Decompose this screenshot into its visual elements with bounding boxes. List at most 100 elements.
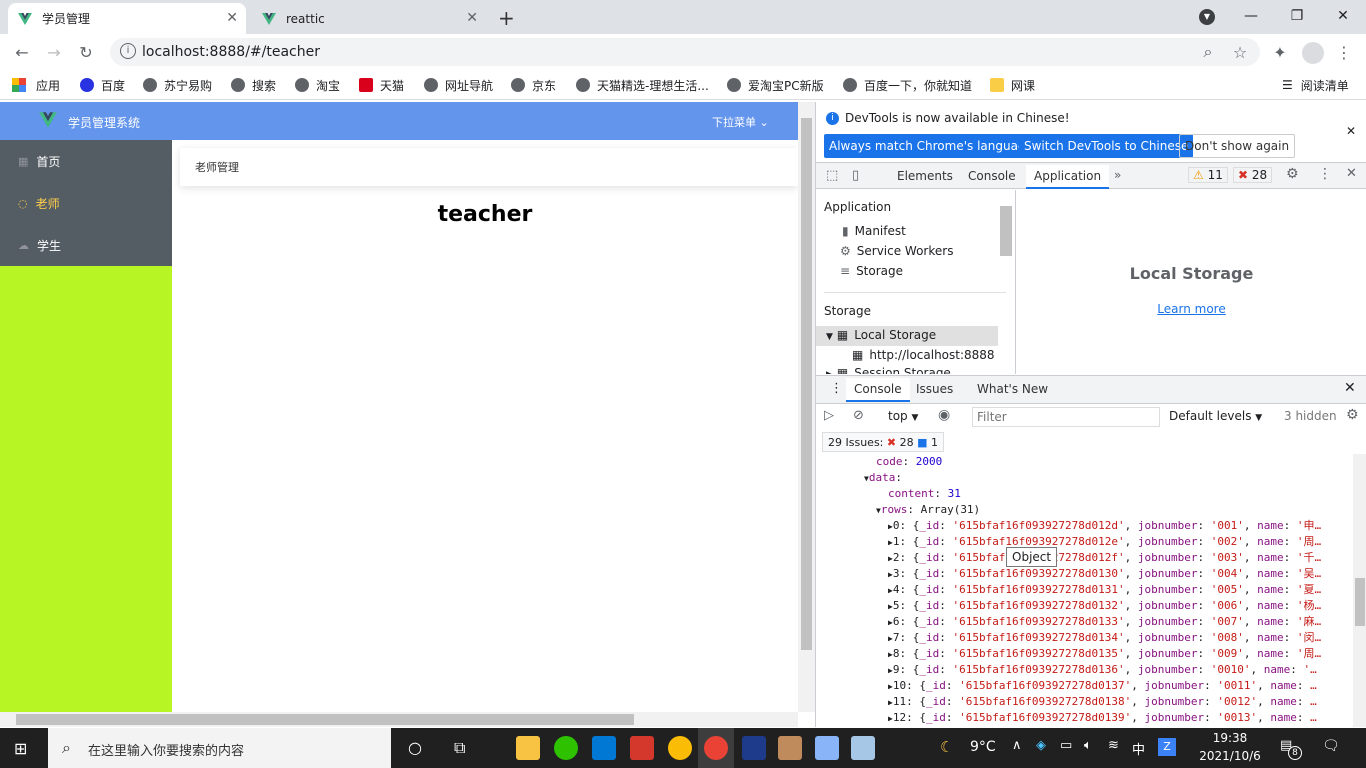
- console-row[interactable]: ▶9: {_id: '615bfaf16f093927278d0136', jo…: [816, 662, 1352, 678]
- sidebar-scroll-thumb[interactable]: [1000, 206, 1012, 256]
- tab-search-icon[interactable]: ▼: [1199, 9, 1215, 25]
- clock-date[interactable]: 2021/10/6: [1196, 749, 1264, 763]
- console-line-rows[interactable]: ▼rows: Array(31): [816, 502, 1352, 518]
- scroll-thumb[interactable]: [1355, 578, 1365, 626]
- console-row[interactable]: ▶3: {_id: '615bfaf16f093927278d0130', jo…: [816, 566, 1352, 582]
- bookmark-taobao[interactable]: 淘宝: [295, 76, 340, 94]
- item-local-storage[interactable]: ▼ ▦ Local Storage: [826, 328, 936, 342]
- inspect-icon[interactable]: ⬚: [826, 168, 838, 183]
- reading-list[interactable]: ☰ 阅读清单: [1282, 76, 1349, 94]
- vertical-scrollbar[interactable]: [798, 102, 815, 712]
- dont-show-button[interactable]: Don't show again: [1179, 134, 1296, 158]
- clear-console-icon[interactable]: ⊘: [853, 408, 864, 423]
- eye-icon[interactable]: ◉: [938, 407, 950, 423]
- ime-indicator[interactable]: 中: [1132, 739, 1145, 758]
- wechat-icon[interactable]: [554, 736, 578, 760]
- console-row[interactable]: ▶7: {_id: '615bfaf16f093927278d0134', jo…: [816, 630, 1352, 646]
- bookmark-suning[interactable]: 苏宁易购: [143, 76, 212, 94]
- sidebar-item-teacher[interactable]: ◌ 老师: [0, 182, 172, 224]
- sidebar-item-home[interactable]: ▦ 首页: [0, 140, 172, 182]
- drawer-tab-console[interactable]: Console: [846, 378, 910, 402]
- console-row[interactable]: ▶5: {_id: '615bfaf16f093927278d0132', jo…: [816, 598, 1352, 614]
- console-row[interactable]: ▶8: {_id: '615bfaf16f093927278d0135', jo…: [816, 646, 1352, 662]
- menu-icon[interactable]: ⋮: [1332, 40, 1356, 64]
- item-storage[interactable]: ≡ Storage: [840, 264, 903, 278]
- tray-chevron-icon[interactable]: ∧: [1012, 738, 1022, 753]
- console-row[interactable]: ▶2: {_id: '615bfaf16f093927278d012f', jo…: [816, 550, 1352, 566]
- close-icon[interactable]: ✕: [466, 10, 478, 26]
- console-row[interactable]: ▶12: {_id: '615bfaf16f093927278d0139', j…: [816, 710, 1352, 726]
- drawer-tab-issues[interactable]: Issues: [916, 378, 953, 400]
- bookmark-baidu[interactable]: 百度: [80, 76, 125, 94]
- console-row[interactable]: ▶6: {_id: '615bfaf16f093927278d0133', jo…: [816, 614, 1352, 630]
- bookmark-nav[interactable]: 网址导航: [424, 76, 493, 94]
- levels-dropdown[interactable]: Default levels ▼: [1169, 409, 1262, 423]
- bookmark-search[interactable]: 搜索: [231, 76, 276, 94]
- bookmark-tmall[interactable]: 天猫: [359, 76, 404, 94]
- task-view-icon[interactable]: ⧉: [454, 738, 465, 758]
- sidebar-item-student[interactable]: ☁ 学生: [0, 224, 172, 266]
- console-row[interactable]: ▶10: {_id: '615bfaf16f093927278d0137', j…: [816, 678, 1352, 694]
- zoom-icon[interactable]: ⌕: [1196, 40, 1220, 64]
- console-line-data[interactable]: ▼data:: [816, 470, 1352, 486]
- close-window-button[interactable]: ✕: [1320, 0, 1366, 32]
- windows-start-icon[interactable]: ⊞: [14, 739, 27, 758]
- item-service-workers[interactable]: ⚙ Service Workers: [840, 244, 953, 258]
- switch-chinese-button[interactable]: Switch DevTools to Chinese: [1019, 134, 1194, 158]
- bookmark-star-icon[interactable]: ☆: [1228, 40, 1252, 64]
- learn-more-link[interactable]: Learn more: [1016, 302, 1366, 316]
- device-icon[interactable]: ▯: [852, 168, 859, 183]
- errors-badge[interactable]: ✖ 28: [1233, 167, 1273, 183]
- file-explorer-icon[interactable]: [516, 736, 540, 760]
- bookmark-aitaobao[interactable]: 爱淘宝PC新版: [727, 76, 824, 94]
- network-icon[interactable]: ≋: [1108, 738, 1119, 753]
- gear-icon[interactable]: ⚙: [1346, 407, 1359, 423]
- close-icon[interactable]: ✕: [1346, 124, 1356, 138]
- volume-icon[interactable]: 🔈︎: [1084, 738, 1092, 753]
- match-language-button[interactable]: Always match Chrome's language: [824, 134, 1038, 158]
- console-scrollbar[interactable]: [1353, 454, 1366, 727]
- cortana-icon[interactable]: ○: [408, 738, 422, 757]
- notes-icon[interactable]: [851, 736, 875, 760]
- reload-icon[interactable]: ↻: [74, 40, 98, 64]
- bookmark-baidu-search[interactable]: 百度一下，你就知道: [843, 76, 972, 94]
- close-drawer-icon[interactable]: ✕: [1344, 380, 1356, 396]
- drawer-menu-icon[interactable]: ⋮: [830, 381, 843, 396]
- horizontal-scrollbar[interactable]: [0, 712, 798, 727]
- bookmark-apps[interactable]: 应用: [12, 76, 60, 94]
- ime-mode-icon[interactable]: Z: [1158, 738, 1176, 756]
- chrome-icon[interactable]: [668, 736, 692, 760]
- more-tabs-icon[interactable]: »: [1114, 168, 1121, 182]
- tab-application[interactable]: Application: [1026, 165, 1110, 189]
- back-icon[interactable]: ←: [10, 40, 34, 64]
- tab-students[interactable]: 学员管理 ✕: [8, 3, 246, 34]
- maximize-button[interactable]: ❐: [1274, 0, 1320, 32]
- action-center-icon[interactable]: 🗨︎: [1322, 738, 1340, 754]
- vscode-icon[interactable]: [592, 736, 616, 760]
- battery-icon[interactable]: ▭: [1060, 738, 1072, 753]
- item-localhost[interactable]: ▦ http://localhost:8888: [852, 348, 995, 362]
- scroll-thumb[interactable]: [801, 118, 812, 650]
- info-icon[interactable]: i: [120, 43, 136, 59]
- gear-icon[interactable]: ⚙: [1286, 166, 1299, 182]
- powerpoint-icon[interactable]: [630, 736, 654, 760]
- close-icon[interactable]: ✕: [226, 10, 238, 26]
- console-row[interactable]: ▶11: {_id: '615bfaf16f093927278d0138', j…: [816, 694, 1352, 710]
- chrome-icon[interactable]: [704, 736, 728, 760]
- extensions-icon[interactable]: ✦: [1268, 40, 1292, 64]
- dropdown-menu[interactable]: 下拉菜单 ⌄: [712, 114, 769, 130]
- issues-bar[interactable]: 29 Issues: ✖ 28 ■ 1: [822, 432, 945, 452]
- console-row[interactable]: ▶1: {_id: '615bfaf16f093927278d012e', jo…: [816, 534, 1352, 550]
- tab-elements[interactable]: Elements: [897, 165, 953, 187]
- security-icon[interactable]: ◈: [1036, 738, 1046, 753]
- game-icon[interactable]: [778, 736, 802, 760]
- console-row[interactable]: ▶4: {_id: '615bfaf16f093927278d0131', jo…: [816, 582, 1352, 598]
- close-devtools-icon[interactable]: ✕: [1346, 166, 1357, 181]
- kebab-menu-icon[interactable]: ⋮: [1318, 166, 1332, 182]
- item-manifest[interactable]: ▮ Manifest: [842, 224, 906, 238]
- minimize-button[interactable]: —: [1228, 0, 1274, 32]
- tab-console[interactable]: Console: [968, 165, 1016, 187]
- bookmark-folder-wangke[interactable]: 网课: [990, 76, 1035, 94]
- drawer-tab-whats-new[interactable]: What's New: [977, 378, 1048, 400]
- avatar[interactable]: [1302, 42, 1324, 64]
